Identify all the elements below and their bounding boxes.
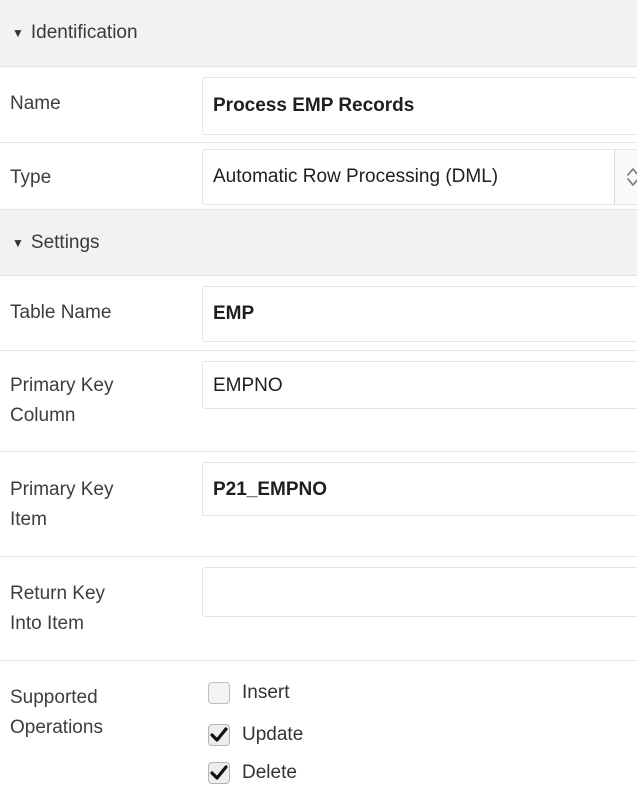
return-key-into-item-label-line1: Return Key [10,583,106,604]
table-name-label: Table Name [10,302,112,323]
supported-operations-label-line1: Supported [10,687,98,708]
supported-operations-label: Supported Operations [10,683,190,743]
triangle-down-icon: ▼ [12,26,24,40]
triangle-down-icon: ▼ [12,235,24,250]
settings-header-label: Settings [30,231,100,253]
checkmark-icon [210,727,228,742]
primary-key-column-label-line1: Primary Key [10,375,114,396]
name-input[interactable]: Process EMP Records [202,77,637,135]
table-name-row: Table Name EMP [0,276,637,351]
primary-key-item-label: Primary Key Item [10,475,190,535]
primary-key-column-label-line2: Column [10,405,76,426]
return-key-into-item-label-line2: Into Item [10,613,84,634]
settings-section-header[interactable]: ▼ Settings [0,210,637,276]
delete-checkbox-box[interactable] [208,762,230,784]
checkmark-icon [210,765,228,780]
return-key-into-item-row: Return Key Into Item [0,557,637,661]
primary-key-item-input[interactable]: P21_EMPNO [202,462,637,516]
name-label: Name [10,93,61,114]
up-down-chevron-icon[interactable] [614,150,637,204]
property-editor-panel: ▼ Identification Name Process EMP Record… [0,0,637,789]
insert-checkbox[interactable]: Insert [208,682,290,704]
delete-checkbox[interactable]: Delete [208,762,297,784]
insert-checkbox-box[interactable] [208,682,230,704]
supported-operations-label-line2: Operations [10,717,103,738]
supported-operations-row: Supported Operations Insert Update Delet… [0,661,637,789]
delete-checkbox-label: Delete [242,762,297,783]
primary-key-item-label-line2: Item [10,509,47,530]
type-select[interactable]: Automatic Row Processing (DML) [202,149,637,205]
type-select-value: Automatic Row Processing (DML) [213,166,499,187]
identification-header-label: Identification [30,22,138,43]
return-key-into-item-label: Return Key Into Item [10,579,190,639]
return-key-into-item-input[interactable] [202,567,637,617]
primary-key-item-label-line1: Primary Key [10,479,114,500]
insert-checkbox-label: Insert [242,682,290,703]
primary-key-column-row: Primary Key Column EMPNO [0,351,637,452]
type-row: Type Automatic Row Processing (DML) [0,143,637,210]
primary-key-column-input[interactable]: EMPNO [202,361,637,409]
update-checkbox[interactable]: Update [208,724,303,746]
primary-key-column-label: Primary Key Column [10,371,190,431]
table-name-input[interactable]: EMP [202,286,637,342]
update-checkbox-label: Update [242,724,304,745]
identification-section-header[interactable]: ▼ Identification [0,0,637,67]
primary-key-item-row: Primary Key Item P21_EMPNO [0,452,637,557]
type-label: Type [10,167,52,188]
update-checkbox-box[interactable] [208,724,230,746]
name-row: Name Process EMP Records [0,67,637,143]
